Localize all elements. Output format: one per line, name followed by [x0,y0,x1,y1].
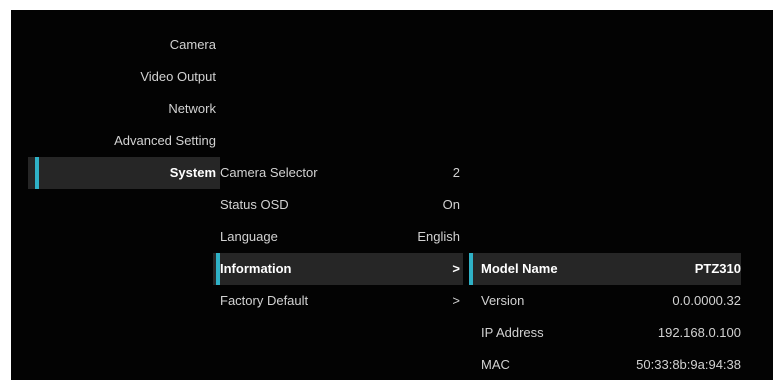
info-item-model-name[interactable]: Model Name PTZ310 [469,253,741,285]
submenu-arrow-icon: > [452,293,460,308]
system-menu-item-value: On [442,197,460,212]
info-item-label: Version [481,293,525,308]
system-menu-item-label: Factory Default [220,293,309,308]
main-menu-item-label: Network [168,101,216,116]
main-menu-item-video-output[interactable]: Video Output [21,61,220,93]
info-item-version[interactable]: Version 0.0.0000.32 [469,285,741,317]
info-item-label: IP Address [481,325,544,340]
system-menu-item-factory-default[interactable]: Factory Default > [210,285,463,317]
system-menu-item-value: English [417,229,460,244]
info-item-value: 192.168.0.100 [657,325,741,340]
system-menu-item-camera-selector[interactable]: Camera Selector 2 [210,157,463,189]
system-menu-item-information[interactable]: Information > [213,253,463,285]
main-menu-item-system[interactable]: System [28,157,220,189]
selection-marker [469,253,473,285]
system-menu: Camera Selector 2 Status OSD On Language… [210,157,463,317]
info-item-value: PTZ310 [694,261,741,276]
info-item-value: 0.0.0000.32 [672,293,741,308]
system-menu-item-label: Information [220,261,292,276]
system-menu-item-status-osd[interactable]: Status OSD On [210,189,463,221]
main-menu-item-advanced-setting[interactable]: Advanced Setting [21,125,220,157]
main-menu: Camera Video Output Network Advanced Set… [21,29,220,189]
submenu-arrow-icon: > [452,261,460,276]
info-item-label: Model Name [481,261,558,276]
selection-marker [35,157,39,189]
osd-screen: Camera Video Output Network Advanced Set… [11,10,773,380]
system-menu-item-language[interactable]: Language English [210,221,463,253]
system-menu-item-label: Language [220,229,278,244]
system-menu-item-label: Camera Selector [220,165,318,180]
main-menu-item-label: Video Output [140,69,216,84]
system-menu-item-label: Status OSD [220,197,289,212]
system-menu-item-value: 2 [452,165,460,180]
info-item-ip-address[interactable]: IP Address 192.168.0.100 [469,317,741,349]
main-menu-item-label: Camera [169,37,216,52]
main-menu-item-network[interactable]: Network [21,93,220,125]
info-item-value: 50:33:8b:9a:94:38 [636,357,741,372]
main-menu-item-camera[interactable]: Camera [21,29,220,61]
main-menu-item-label: Advanced Setting [114,133,216,148]
info-item-mac[interactable]: MAC 50:33:8b:9a:94:38 [469,349,741,380]
info-item-label: MAC [481,357,510,372]
information-panel: Model Name PTZ310 Version 0.0.0000.32 IP… [469,253,741,380]
